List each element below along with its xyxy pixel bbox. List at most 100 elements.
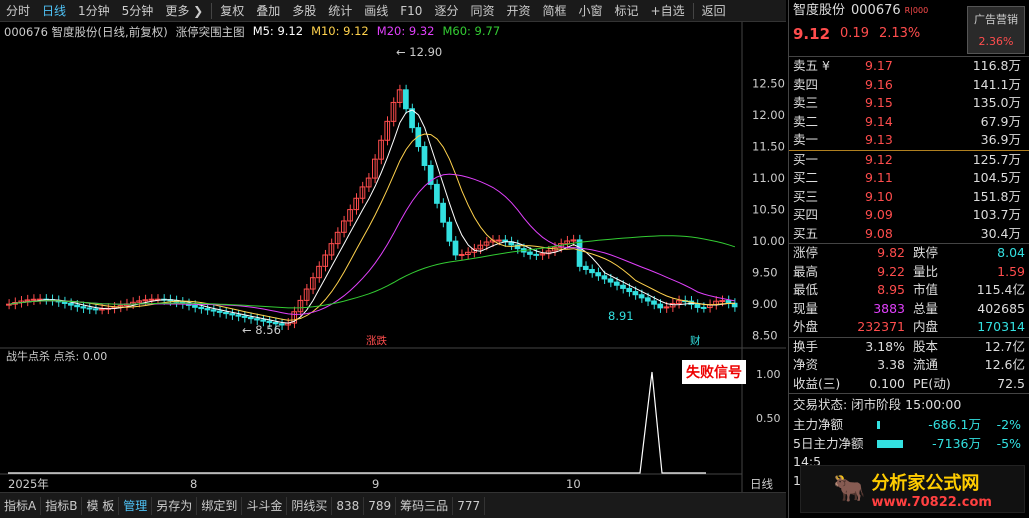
- bottom-button-6[interactable]: 斗斗金: [242, 496, 288, 515]
- candle-body: [68, 302, 74, 306]
- book-label: 买二: [793, 170, 819, 185]
- limit-marker: 涨跌: [366, 334, 387, 347]
- tab-15[interactable]: 小窗: [573, 0, 609, 22]
- book-price: 9.14: [865, 113, 893, 129]
- sell-row-0[interactable]: 卖五 ¥ 9.17 116.8万: [789, 57, 1029, 76]
- buy-row-1[interactable]: 买二 9.11 104.5万: [789, 169, 1029, 188]
- bottom-button-9[interactable]: 789: [364, 496, 397, 515]
- bottom-button-7[interactable]: 阴线买: [287, 496, 333, 515]
- tab-4[interactable]: 更多 ❯: [159, 0, 209, 22]
- stat2-row-2: 收益(三) 0.100 PE(动) 72.5: [789, 375, 1029, 394]
- sector-badge[interactable]: 广告营销 2.36%: [967, 6, 1025, 54]
- bottom-button-2[interactable]: 模 板: [82, 496, 120, 515]
- stat-label: 市值: [913, 282, 939, 297]
- book-price: 9.15: [865, 95, 893, 110]
- price-tick: 12.50: [752, 77, 785, 91]
- candle-body: [74, 304, 80, 308]
- watermark-url: www.70822.com: [871, 494, 992, 510]
- buy-orderbook: 买一 9.12 125.7万 买二 9.11 104.5万 买三 9.10 151.8万 买四 9.…: [789, 151, 1029, 244]
- candlestick-chart[interactable]: 12.50 12.00 11.50 11.00 10.50 10.00 9.50 9.00 8.…: [0, 22, 786, 492]
- price-tick: 11.00: [752, 171, 785, 185]
- bottom-toolbar: 指标A 指标B 模 板管理 另存为 绑定到 斗斗金 阴线买 838 789 筹码三品 777: [0, 492, 786, 518]
- stat-label: 现量: [793, 300, 819, 316]
- price-tick: 11.50: [752, 140, 785, 154]
- sell-row-1[interactable]: 卖四 9.16 141.1万: [789, 76, 1029, 95]
- candle-body: [223, 311, 229, 315]
- finance-marker: 财: [690, 334, 701, 347]
- tab-18[interactable]: 返回: [696, 0, 732, 22]
- tab-2[interactable]: 1分钟: [72, 0, 116, 22]
- tab-3[interactable]: 5分钟: [116, 0, 160, 22]
- sell-row-3[interactable]: 卖二 9.14 67.9万: [789, 113, 1029, 132]
- candle-body: [241, 315, 248, 318]
- buy-row-4[interactable]: 买五 9.08 30.4万: [789, 225, 1029, 244]
- candle-body: [638, 294, 645, 299]
- kline-chart-area[interactable]: 000676 智度股份(日线,前复权) 涨停突围主图 M5: 9.12 M10:…: [0, 22, 786, 492]
- tab-0[interactable]: 分时: [0, 0, 36, 22]
- candle-body: [204, 308, 211, 311]
- tab-14[interactable]: 简框: [536, 0, 572, 22]
- candle-body: [644, 297, 651, 302]
- candle-body: [663, 306, 670, 309]
- candle-body: [30, 298, 37, 301]
- candle-body: [198, 306, 205, 310]
- tab-10[interactable]: F10: [394, 0, 428, 22]
- tab-11[interactable]: 逐分: [428, 0, 464, 22]
- buy-row-3[interactable]: 买四 9.09 103.7万: [789, 206, 1029, 225]
- tab-17[interactable]: +自选: [645, 0, 691, 22]
- period-label: 日线: [750, 477, 773, 491]
- stat-value: 0.100: [869, 375, 905, 391]
- tab-5[interactable]: 复权: [214, 0, 250, 22]
- bottom-button-1[interactable]: 指标B: [41, 496, 83, 515]
- candle-body: [719, 300, 726, 303]
- book-volume: 141.1万: [972, 76, 1021, 92]
- bottom-button-8[interactable]: 838: [332, 496, 365, 515]
- sub-indicator-label: 战牛点杀 点杀: 0.00: [6, 349, 107, 363]
- sub-tick: 0.50: [756, 412, 781, 425]
- book-volume: 30.4万: [980, 225, 1021, 241]
- bottom-button-3[interactable]: 管理: [119, 496, 153, 515]
- tab-9[interactable]: 画线: [358, 0, 394, 22]
- buy-row-0[interactable]: 买一 9.12 125.7万: [789, 151, 1029, 170]
- price-change-pct: 2.13%: [878, 26, 921, 41]
- stat-value: 9.82: [877, 245, 905, 260]
- bottom-button-0[interactable]: 指标A: [0, 496, 42, 515]
- buy-row-2[interactable]: 买三 9.10 151.8万: [789, 188, 1029, 207]
- bottom-button-11[interactable]: 777: [453, 496, 486, 515]
- toolbar-divider: [211, 2, 213, 19]
- tab-13[interactable]: 开资: [500, 0, 536, 22]
- candle-body: [235, 314, 242, 317]
- recent-low-label: 8.91: [608, 309, 634, 323]
- candle-body: [99, 308, 105, 311]
- candle-body: [440, 202, 446, 223]
- stat-value: 170314: [977, 319, 1025, 334]
- price-tick: 10.00: [752, 234, 785, 248]
- sell-row-2[interactable]: 卖三 9.15 135.0万: [789, 94, 1029, 113]
- candle-body: [148, 298, 155, 301]
- tab-8[interactable]: 统计: [322, 0, 358, 22]
- tab-1[interactable]: 日线: [36, 0, 72, 22]
- tab-6[interactable]: 叠加: [250, 0, 286, 22]
- flow-value: -7136万: [932, 435, 981, 451]
- flow-pct: -5%: [996, 435, 1021, 451]
- tab-12[interactable]: 同资: [464, 0, 500, 22]
- bottom-button-10[interactable]: 筹码三品: [396, 496, 454, 515]
- stat-value: 12.6亿: [984, 357, 1025, 372]
- bottom-button-4[interactable]: 另存为: [152, 496, 198, 515]
- tab-16[interactable]: 标记: [609, 0, 645, 22]
- book-label: 卖四: [793, 76, 819, 92]
- stat-value: 3.18%: [865, 338, 905, 354]
- tab-7[interactable]: 多股: [286, 0, 322, 22]
- bottom-button-5[interactable]: 绑定到: [197, 496, 243, 515]
- candle-body: [657, 303, 664, 309]
- stat-label: 最低: [793, 282, 819, 297]
- sell-row-4[interactable]: 卖一 9.13 36.9万: [789, 131, 1029, 150]
- price-tick: 10.50: [752, 203, 785, 217]
- stat-row-0: 涨停 9.82 跌停 8.04: [789, 244, 1029, 263]
- stat-value: 72.5: [997, 375, 1025, 391]
- flow-label: 主力净额: [793, 417, 844, 432]
- flow-bar: [877, 416, 911, 435]
- candle-body: [216, 310, 223, 313]
- book-volume: 67.9万: [980, 113, 1021, 129]
- stat-row-2: 最低 8.95 市值 115.4亿: [789, 281, 1029, 300]
